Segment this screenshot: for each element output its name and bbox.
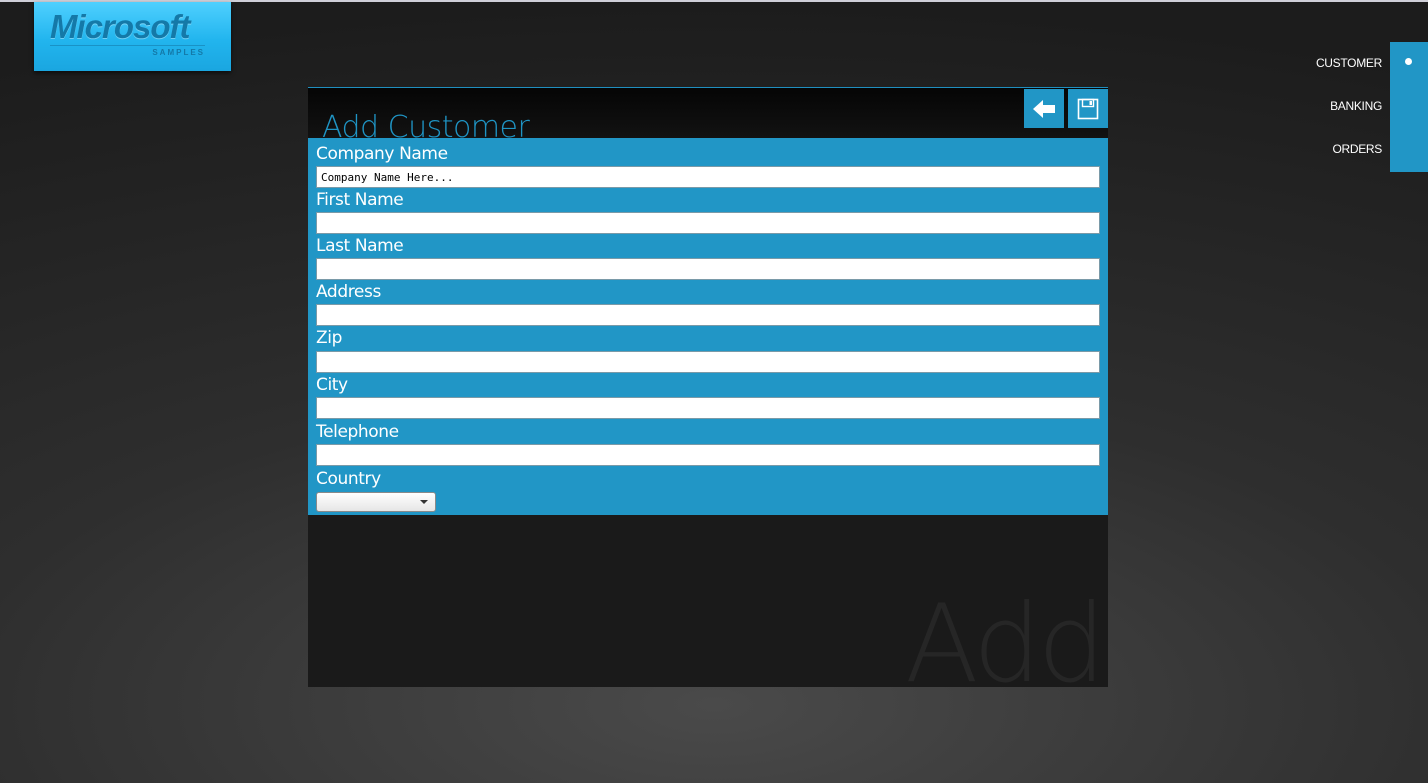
panel-header: Add Customer <box>308 87 1108 138</box>
logo-divider <box>50 45 205 46</box>
address-label: Address <box>316 282 381 302</box>
nav-item-banking[interactable]: BANKING <box>1330 99 1382 113</box>
customer-form: Company Name First Name Last Name Addres… <box>308 138 1108 515</box>
add-customer-panel: Add Customer Company Name First Name Las… <box>308 87 1108 699</box>
zip-label: Zip <box>316 328 342 348</box>
last-name-label: Last Name <box>316 236 404 256</box>
zip-input[interactable] <box>316 351 1100 373</box>
city-label: City <box>316 375 348 395</box>
country-label: Country <box>316 469 381 489</box>
floppy-disk-icon <box>1077 98 1099 119</box>
nav-item-orders[interactable]: ORDERS <box>1332 142 1382 156</box>
country-select[interactable] <box>316 492 436 512</box>
active-nav-dot-icon <box>1405 58 1412 65</box>
company-name-label: Company Name <box>316 144 448 164</box>
logo-brand-text: Microsoft <box>50 8 190 45</box>
last-name-input[interactable] <box>316 258 1100 280</box>
first-name-label: First Name <box>316 190 404 210</box>
back-button[interactable] <box>1024 89 1064 128</box>
company-name-input[interactable] <box>316 166 1100 188</box>
city-input[interactable] <box>316 397 1100 419</box>
nav-item-customer[interactable]: CUSTOMER <box>1316 56 1382 70</box>
nav-indicator-bar <box>1390 42 1428 172</box>
back-arrow-icon <box>1033 99 1055 118</box>
page-title: Add Customer <box>322 110 530 138</box>
first-name-input[interactable] <box>316 212 1100 234</box>
telephone-input[interactable] <box>316 444 1100 466</box>
chevron-down-icon <box>420 500 428 504</box>
logo-subtitle-text: SAMPLES <box>152 48 205 57</box>
telephone-label: Telephone <box>316 422 399 442</box>
save-button[interactable] <box>1068 89 1108 128</box>
microsoft-samples-logo: Microsoft SAMPLES <box>34 2 231 71</box>
page-watermark: Add <box>904 582 1106 707</box>
address-input[interactable] <box>316 304 1100 326</box>
